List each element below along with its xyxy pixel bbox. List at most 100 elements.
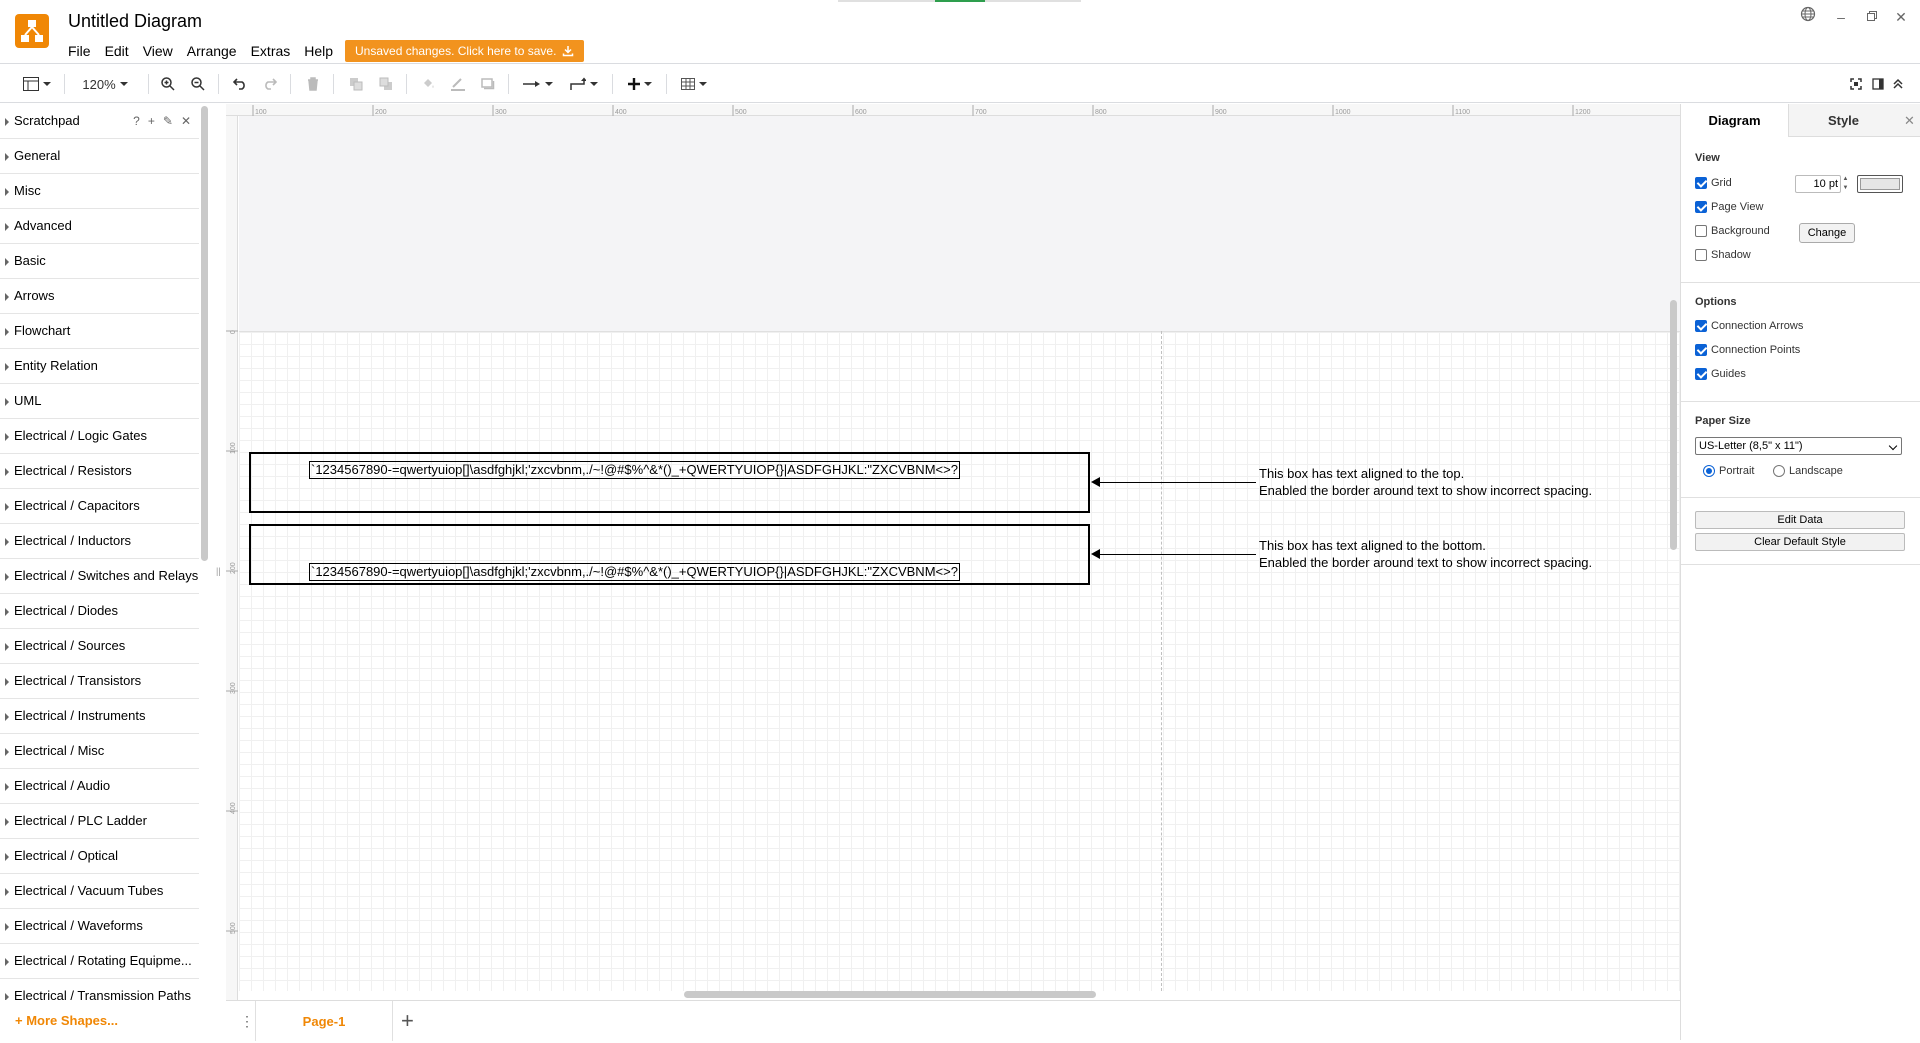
table-icon[interactable] xyxy=(674,65,714,103)
fullscreen-icon[interactable] xyxy=(1844,65,1868,103)
page-view-checkbox[interactable] xyxy=(1695,201,1707,213)
diagram-title[interactable]: Untitled Diagram xyxy=(68,11,202,32)
zoom-out-icon[interactable] xyxy=(186,65,210,103)
library-electrical-switches-relays[interactable]: Electrical / Switches and Relays xyxy=(0,559,199,594)
connection-points-option[interactable]: Connection Points xyxy=(1695,344,1800,356)
redo-icon[interactable] xyxy=(258,65,282,103)
connection-arrows-option[interactable]: Connection Arrows xyxy=(1695,320,1803,332)
library-electrical-transmission-paths[interactable]: Electrical / Transmission Paths xyxy=(0,979,199,1000)
menu-arrange[interactable]: Arrange xyxy=(187,43,245,59)
shadow-icon[interactable] xyxy=(476,65,500,103)
portrait-option[interactable]: Portrait xyxy=(1703,465,1754,477)
library-electrical-audio[interactable]: Electrical / Audio xyxy=(0,769,199,804)
library-uml[interactable]: UML xyxy=(0,384,199,419)
connection-icon[interactable] xyxy=(518,65,558,103)
library-scratchpad[interactable]: Scratchpad ? + ✎ ✕ xyxy=(0,104,199,139)
more-shapes-button[interactable]: + More Shapes... xyxy=(0,1004,212,1038)
grid-color-picker[interactable] xyxy=(1857,175,1903,193)
library-general[interactable]: General xyxy=(0,139,199,174)
close-icon[interactable]: ✕ xyxy=(181,104,191,138)
library-electrical-vacuum-tubes[interactable]: Electrical / Vacuum Tubes xyxy=(0,874,199,909)
insert-icon[interactable] xyxy=(620,65,660,103)
library-misc[interactable]: Misc xyxy=(0,174,199,209)
arrow-2-line[interactable] xyxy=(1098,554,1256,555)
library-advanced[interactable]: Advanced xyxy=(0,209,199,244)
library-electrical-sources[interactable]: Electrical / Sources xyxy=(0,629,199,664)
library-arrows[interactable]: Arrows xyxy=(0,279,199,314)
format-panel-icon[interactable] xyxy=(18,65,56,103)
connection-points-checkbox[interactable] xyxy=(1695,344,1707,356)
zoom-dropdown[interactable]: 120% xyxy=(72,65,138,103)
library-electrical-rotating-equipment[interactable]: Electrical / Rotating Equipme... xyxy=(0,944,199,979)
edit-data-button[interactable]: Edit Data xyxy=(1695,511,1905,529)
undo-icon[interactable] xyxy=(228,65,252,103)
to-front-icon[interactable] xyxy=(344,65,368,103)
collapse-icon[interactable] xyxy=(1886,65,1910,103)
guides-checkbox[interactable] xyxy=(1695,368,1707,380)
landscape-option[interactable]: Landscape xyxy=(1773,465,1843,477)
add-icon[interactable]: + xyxy=(148,104,155,138)
grid-checkbox[interactable] xyxy=(1695,177,1707,189)
tab-style[interactable]: Style xyxy=(1788,104,1898,137)
waypoints-icon[interactable] xyxy=(564,65,604,103)
note-bottom-aligned[interactable]: This box has text aligned to the bottom.… xyxy=(1259,537,1592,571)
library-basic[interactable]: Basic xyxy=(0,244,199,279)
portrait-radio[interactable] xyxy=(1703,465,1715,477)
splitter-grip-icon[interactable]: || xyxy=(216,566,222,576)
library-electrical-inductors[interactable]: Electrical / Inductors xyxy=(0,524,199,559)
diagram-page[interactable] xyxy=(239,331,1680,991)
bottom-aligned-box-text[interactable]: `1234567890-=qwertyuiop[]\asdfghjkl;'zxc… xyxy=(309,563,960,581)
delete-icon[interactable] xyxy=(301,65,325,103)
to-back-icon[interactable] xyxy=(374,65,398,103)
menu-help[interactable]: Help xyxy=(304,43,341,59)
tab-page-1[interactable]: Page-1 xyxy=(255,1001,393,1041)
paper-size-select[interactable]: US-Letter (8,5" x 11") xyxy=(1695,437,1902,455)
shadow-option[interactable]: Shadow xyxy=(1695,249,1751,261)
zoom-in-icon[interactable] xyxy=(156,65,180,103)
close-icon[interactable]: ✕ xyxy=(1890,6,1912,28)
menu-edit[interactable]: Edit xyxy=(105,43,137,59)
background-option[interactable]: Background xyxy=(1695,225,1770,237)
canvas-horizontal-scrollbar[interactable] xyxy=(684,991,1096,998)
library-electrical-misc[interactable]: Electrical / Misc xyxy=(0,734,199,769)
grid-size-stepper[interactable]: ▲ ▼ xyxy=(1841,175,1850,193)
library-electrical-diodes[interactable]: Electrical / Diodes xyxy=(0,594,199,629)
sidebar-scrollbar[interactable] xyxy=(201,106,208,561)
close-panel-icon[interactable]: ✕ xyxy=(1898,104,1920,137)
restore-icon[interactable] xyxy=(1861,6,1883,28)
canvas-vertical-scrollbar[interactable] xyxy=(1670,300,1677,550)
menu-extras[interactable]: Extras xyxy=(251,43,299,59)
grid-option[interactable]: Grid xyxy=(1695,177,1732,189)
library-entity-relation[interactable]: Entity Relation xyxy=(0,349,199,384)
guides-option[interactable]: Guides xyxy=(1695,368,1746,380)
library-electrical-optical[interactable]: Electrical / Optical xyxy=(0,839,199,874)
globe-icon[interactable] xyxy=(1797,6,1819,28)
fill-color-icon[interactable] xyxy=(416,65,440,103)
add-page-icon[interactable]: + xyxy=(401,1008,414,1034)
library-flowchart[interactable]: Flowchart xyxy=(0,314,199,349)
shadow-checkbox[interactable] xyxy=(1695,249,1707,261)
unsaved-changes-button[interactable]: Unsaved changes. Click here to save. xyxy=(345,40,585,62)
top-aligned-box-text[interactable]: `1234567890-=qwertyuiop[]\asdfghjkl;'zxc… xyxy=(309,461,960,479)
library-electrical-logic-gates[interactable]: Electrical / Logic Gates xyxy=(0,419,199,454)
logo-icon[interactable] xyxy=(15,14,49,48)
library-electrical-waveforms[interactable]: Electrical / Waveforms xyxy=(0,909,199,944)
library-electrical-transistors[interactable]: Electrical / Transistors xyxy=(0,664,199,699)
change-background-button[interactable]: Change xyxy=(1799,223,1855,243)
sidebar-splitter[interactable] xyxy=(212,104,226,1000)
landscape-radio[interactable] xyxy=(1773,465,1785,477)
library-electrical-plc-ladder[interactable]: Electrical / PLC Ladder xyxy=(0,804,199,839)
grid-size-input[interactable]: 10 pt xyxy=(1795,175,1841,193)
background-checkbox[interactable] xyxy=(1695,225,1707,237)
edit-icon[interactable]: ✎ xyxy=(163,104,173,138)
arrow-1-line[interactable] xyxy=(1098,482,1256,483)
library-electrical-instruments[interactable]: Electrical / Instruments xyxy=(0,699,199,734)
minimize-icon[interactable]: – xyxy=(1830,6,1852,28)
tab-diagram[interactable]: Diagram xyxy=(1681,104,1788,137)
connection-arrows-checkbox[interactable] xyxy=(1695,320,1707,332)
pages-menu-icon[interactable]: ⋮ xyxy=(240,1013,254,1030)
line-color-icon[interactable] xyxy=(446,65,470,103)
menu-file[interactable]: File xyxy=(68,43,99,59)
menu-view[interactable]: View xyxy=(143,43,181,59)
clear-default-style-button[interactable]: Clear Default Style xyxy=(1695,533,1905,551)
